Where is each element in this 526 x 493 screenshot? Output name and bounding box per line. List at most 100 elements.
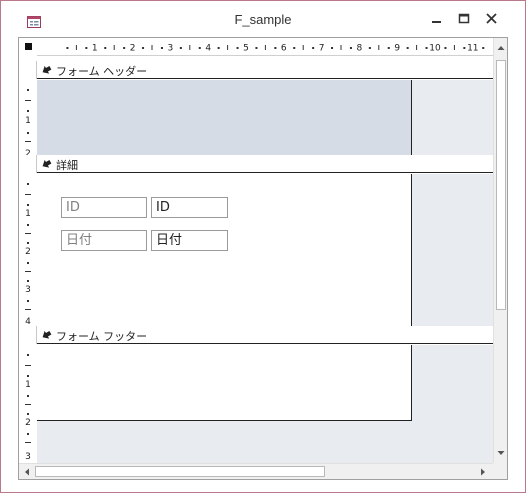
ruler-dot bbox=[312, 47, 315, 49]
section-bar-form-header[interactable]: フォーム ヘッダー bbox=[19, 61, 493, 79]
scroll-up-icon[interactable] bbox=[494, 41, 508, 55]
section-arrow-icon bbox=[42, 159, 52, 168]
ruler-dot bbox=[255, 47, 258, 49]
ruler-tick bbox=[227, 45, 229, 50]
ruler-dot bbox=[217, 47, 220, 49]
ruler-mark: 1 bbox=[25, 380, 31, 390]
ruler-dot bbox=[331, 47, 334, 49]
scroll-left-icon[interactable] bbox=[20, 465, 34, 479]
ruler-dot bbox=[349, 47, 352, 49]
section-label: 詳細 bbox=[56, 159, 78, 172]
maximize-button[interactable] bbox=[453, 9, 475, 29]
ruler-label: 7 bbox=[319, 44, 325, 54]
section-label: フォーム フッター bbox=[56, 330, 148, 343]
ruler-dot bbox=[27, 280, 29, 282]
scroll-down-icon[interactable] bbox=[494, 446, 508, 460]
ruler-dot bbox=[27, 375, 29, 377]
section-selector-detail[interactable] bbox=[19, 155, 37, 173]
detail-section[interactable]: ID ID 日付 日付 bbox=[37, 174, 493, 326]
ruler-dot bbox=[368, 47, 371, 49]
ruler-dash bbox=[25, 404, 31, 405]
maximize-icon bbox=[458, 13, 470, 24]
size-grip bbox=[493, 463, 507, 479]
form-selector-box[interactable] bbox=[25, 43, 32, 50]
ruler-dot bbox=[406, 47, 409, 49]
section-selector-header[interactable] bbox=[19, 61, 37, 79]
horizontal-ruler[interactable]: 12345678910111 bbox=[37, 38, 493, 56]
ruler-dot bbox=[463, 47, 466, 49]
ruler-label: 2 bbox=[130, 44, 136, 54]
ruler-dot bbox=[27, 204, 29, 206]
ruler-mark: 4 bbox=[25, 317, 31, 327]
textbox-id[interactable]: ID bbox=[151, 197, 228, 218]
title-bar[interactable]: F_sample bbox=[1, 1, 525, 37]
ruler-mark: 3 bbox=[25, 285, 31, 295]
ruler-dot bbox=[274, 47, 277, 49]
label-date[interactable]: 日付 bbox=[61, 230, 147, 251]
ruler-dot bbox=[179, 47, 182, 49]
horizontal-scroll-thumb[interactable] bbox=[35, 466, 325, 477]
ruler-tick bbox=[151, 45, 153, 50]
ruler-dot bbox=[27, 132, 29, 134]
detail-outside-area bbox=[412, 174, 493, 326]
ruler-dot bbox=[27, 110, 29, 112]
ruler-dot bbox=[66, 47, 69, 49]
form-header-outside-area bbox=[412, 80, 493, 155]
ruler-dot bbox=[27, 89, 29, 91]
ruler-dash bbox=[25, 442, 31, 443]
ruler-dot bbox=[27, 433, 29, 435]
ruler-label: 11 bbox=[467, 44, 478, 54]
ruler-label: 3 bbox=[168, 44, 174, 54]
scroll-right-icon[interactable] bbox=[476, 465, 490, 479]
close-button[interactable] bbox=[481, 9, 503, 29]
design-empty-area bbox=[37, 421, 493, 463]
section-arrow-icon bbox=[42, 330, 52, 339]
ruler-label: 5 bbox=[243, 44, 249, 54]
section-label: フォーム ヘッダー bbox=[56, 65, 148, 78]
ruler-dot bbox=[387, 47, 390, 49]
vertical-scrollbar[interactable] bbox=[493, 38, 507, 463]
ruler-label: 9 bbox=[394, 44, 400, 54]
label-id[interactable]: ID bbox=[61, 197, 147, 218]
ruler-mark: 2 bbox=[25, 247, 31, 257]
section-arrow-icon bbox=[42, 65, 52, 74]
ruler-dash bbox=[25, 365, 31, 366]
ruler-dot bbox=[27, 183, 29, 185]
ruler-mark: 3 bbox=[25, 452, 31, 462]
form-selector[interactable] bbox=[19, 38, 37, 56]
textbox-date[interactable]: 日付 bbox=[151, 230, 228, 251]
form-footer-area[interactable] bbox=[37, 345, 412, 421]
ruler-dot bbox=[198, 47, 201, 49]
ruler-dot bbox=[236, 47, 239, 49]
ruler-dash bbox=[25, 271, 31, 272]
ruler-dot bbox=[85, 47, 88, 49]
ruler-label: 10 bbox=[429, 44, 441, 54]
ruler-dash bbox=[25, 141, 31, 142]
detail-area[interactable]: ID ID 日付 日付 bbox=[37, 174, 412, 326]
ruler-dot bbox=[27, 395, 29, 397]
vertical-ruler-detail: 1 2 3 4 bbox=[19, 174, 37, 326]
horizontal-scrollbar[interactable] bbox=[19, 463, 493, 479]
ruler-tick bbox=[113, 45, 115, 50]
ruler-mark: 2 bbox=[25, 418, 31, 428]
section-selector-footer[interactable] bbox=[19, 326, 37, 344]
form-footer-outside-area bbox=[412, 345, 493, 421]
form-footer-section[interactable] bbox=[37, 345, 493, 421]
ruler-dot bbox=[27, 354, 29, 356]
ruler-dot bbox=[482, 47, 485, 49]
section-bar-detail[interactable]: 詳細 bbox=[19, 155, 493, 173]
form-header-area[interactable] bbox=[37, 80, 412, 155]
design-view[interactable]: 12345678910111 フォーム ヘッダー 1 2 bbox=[18, 37, 508, 480]
ruler-tick bbox=[378, 45, 380, 50]
ruler-label: 8 bbox=[357, 44, 363, 54]
form-header-section[interactable] bbox=[37, 80, 493, 155]
ruler-tick bbox=[453, 45, 455, 50]
minimize-icon bbox=[432, 21, 441, 23]
ruler-tick bbox=[416, 45, 418, 50]
ruler-dot bbox=[27, 262, 29, 264]
ruler-tick bbox=[189, 45, 191, 50]
close-icon bbox=[486, 13, 497, 24]
section-bar-form-footer[interactable]: フォーム フッター bbox=[19, 326, 493, 344]
vertical-scroll-thumb[interactable] bbox=[496, 60, 506, 310]
minimize-button[interactable] bbox=[425, 9, 447, 29]
